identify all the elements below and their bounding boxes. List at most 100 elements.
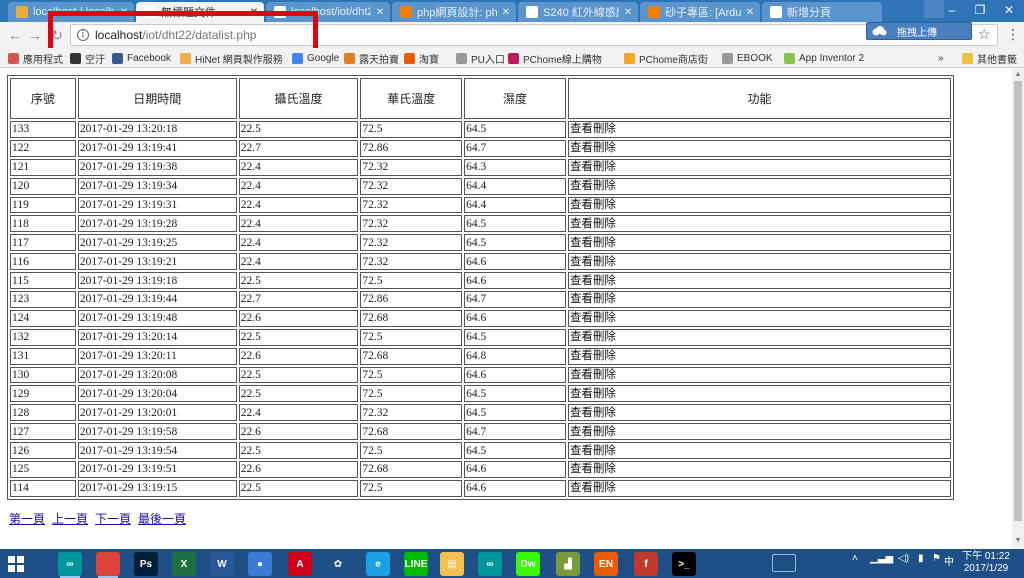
vertical-scrollbar[interactable]: ▲ ▼ (1012, 69, 1024, 549)
photoshop-icon[interactable]: Ps (134, 552, 158, 576)
first-page-link[interactable]: 第一頁 (9, 512, 45, 526)
close-window-button[interactable]: ✕ (994, 0, 1024, 20)
bookmark-item[interactable]: Facebook (112, 51, 171, 65)
bookmark-item[interactable]: Google (292, 51, 339, 65)
delete-link[interactable]: 刪除 (593, 312, 616, 324)
delete-link[interactable]: 刪除 (593, 482, 616, 494)
view-link[interactable]: 查看 (570, 463, 593, 475)
volume-icon[interactable]: ◁) (898, 553, 909, 564)
delete-link[interactable]: 刪除 (593, 237, 616, 249)
delete-link[interactable]: 刪除 (593, 331, 616, 343)
minimize-button[interactable]: – (938, 0, 966, 20)
arduino2-icon[interactable]: ∞ (478, 552, 502, 576)
tray-chevron-icon[interactable]: ˄ (852, 553, 858, 564)
scroll-down-icon[interactable]: ▼ (1014, 537, 1022, 545)
view-link[interactable]: 查看 (570, 180, 593, 192)
view-link[interactable]: 查看 (570, 426, 593, 438)
view-link[interactable]: 查看 (570, 142, 593, 154)
windows-start-icon[interactable] (8, 556, 24, 572)
view-link[interactable]: 查看 (570, 331, 593, 343)
delete-link[interactable]: 刪除 (593, 199, 616, 211)
bookmark-item[interactable]: App Inventor 2 (784, 51, 864, 65)
delete-link[interactable]: 刪除 (593, 161, 616, 173)
app-circle-icon[interactable]: ● (248, 552, 272, 576)
flash-icon[interactable]: f (634, 552, 658, 576)
menu-icon[interactable]: ⋮ (1006, 26, 1020, 43)
delete-link[interactable]: 刪除 (593, 218, 616, 230)
tab-close-icon[interactable]: ✕ (744, 7, 756, 18)
bookmark-item[interactable]: 應用程式 (8, 51, 63, 66)
view-link[interactable]: 查看 (570, 388, 593, 400)
view-link[interactable]: 查看 (570, 312, 593, 324)
delete-link[interactable]: 刪除 (593, 369, 616, 381)
tab[interactable]: 新增分頁 (762, 2, 882, 22)
bookmark-item[interactable]: HiNet 網頁製作服務 (180, 51, 283, 66)
tab-close-icon[interactable]: ✕ (374, 7, 386, 18)
delete-link[interactable]: 刪除 (593, 445, 616, 457)
prev-page-link[interactable]: 上一頁 (52, 512, 88, 526)
battery-icon[interactable]: ▮ (918, 553, 924, 564)
bookmark-item[interactable]: 空汙 (70, 51, 105, 66)
en-app-icon[interactable]: EN (594, 552, 618, 576)
delete-link[interactable]: 刪除 (593, 256, 616, 268)
delete-link[interactable]: 刪除 (593, 180, 616, 192)
acrobat-icon[interactable]: A (288, 552, 312, 576)
view-link[interactable]: 查看 (570, 369, 593, 381)
delete-link[interactable]: 刪除 (593, 293, 616, 305)
word-icon[interactable]: W (210, 552, 234, 576)
tab[interactable]: php網頁設計: php ✕ (392, 2, 516, 22)
view-link[interactable]: 查看 (570, 482, 593, 494)
arduino-icon[interactable]: ∞ (58, 552, 82, 578)
delete-link[interactable]: 刪除 (593, 426, 616, 438)
tab-close-icon[interactable]: ✕ (500, 7, 512, 18)
bookmark-item[interactable]: 淘寶 (404, 51, 439, 66)
bookmark-item[interactable]: PChome商店街 (624, 51, 708, 66)
cmd-icon[interactable]: >_ (672, 552, 696, 576)
dreamweaver-icon[interactable]: Dw (516, 552, 540, 576)
chrome-icon[interactable] (96, 552, 120, 578)
view-link[interactable]: 查看 (570, 407, 593, 419)
view-link[interactable]: 查看 (570, 237, 593, 249)
maximize-button[interactable]: ❐ (966, 0, 994, 20)
view-link[interactable]: 查看 (570, 218, 593, 230)
scrollbar-thumb[interactable] (1014, 81, 1022, 521)
view-link[interactable]: 查看 (570, 123, 593, 135)
bookmark-item[interactable]: EBOOK (722, 51, 773, 65)
tab[interactable]: 砂子專區: [Arduino✕ (640, 2, 760, 22)
flag-icon[interactable]: ⚑ (932, 553, 941, 564)
bookmark-item[interactable]: 露天拍賣 (344, 51, 399, 66)
tab[interactable]: S240 紅外線感應 ✕ (518, 2, 638, 22)
forward-button[interactable]: → (26, 26, 44, 44)
bookmark-item[interactable]: PChome線上購物 (508, 51, 602, 66)
delete-link[interactable]: 刪除 (593, 350, 616, 362)
more-bookmarks-button[interactable]: » (938, 51, 944, 65)
view-link[interactable]: 查看 (570, 199, 593, 211)
upload-button[interactable]: 拖拽上傳 (866, 22, 972, 40)
scroll-up-icon[interactable]: ▲ (1014, 71, 1022, 79)
delete-link[interactable]: 刪除 (593, 463, 616, 475)
taskbar-clock[interactable]: 下午 01:22 2017/1/29 (958, 551, 1014, 575)
bookmark-star-icon[interactable]: ☆ (978, 26, 991, 43)
view-link[interactable]: 查看 (570, 293, 593, 305)
view-link[interactable]: 查看 (570, 445, 593, 457)
chart-app-icon[interactable]: ▟ (556, 552, 580, 576)
next-page-link[interactable]: 下一頁 (95, 512, 131, 526)
ie-icon[interactable]: e (366, 552, 390, 576)
excel-icon[interactable]: X (172, 552, 196, 576)
network-icon[interactable]: ▁▃▅ (870, 553, 893, 564)
bookmark-item[interactable]: 其他書籤 (962, 51, 1017, 66)
back-button[interactable]: ← (6, 26, 24, 44)
delete-link[interactable]: 刪除 (593, 407, 616, 419)
delete-link[interactable]: 刪除 (593, 275, 616, 287)
view-link[interactable]: 查看 (570, 161, 593, 173)
file-explorer-icon[interactable]: ▤ (440, 552, 464, 576)
bookmark-item[interactable]: PU入口 (456, 51, 505, 66)
view-link[interactable]: 查看 (570, 275, 593, 287)
ime-icon[interactable]: 中 (944, 553, 954, 568)
delete-link[interactable]: 刪除 (593, 388, 616, 400)
tab-close-icon[interactable]: ✕ (622, 7, 634, 18)
delete-link[interactable]: 刪除 (593, 142, 616, 154)
view-link[interactable]: 查看 (570, 256, 593, 268)
delete-link[interactable]: 刪除 (593, 123, 616, 135)
cloud-app-icon[interactable]: ✿ (326, 552, 350, 576)
